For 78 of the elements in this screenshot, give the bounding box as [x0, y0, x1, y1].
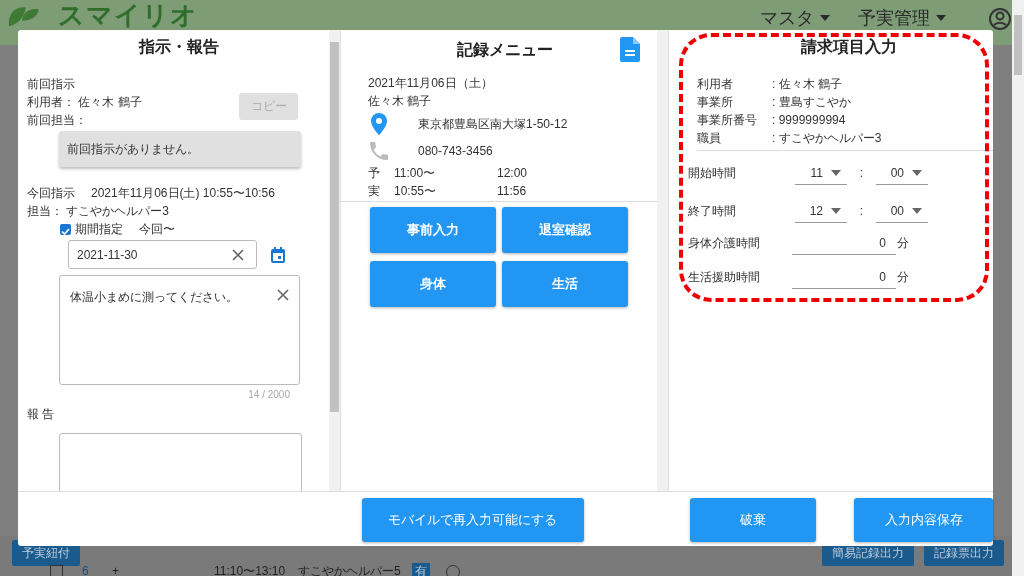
period-checkbox[interactable] — [60, 223, 71, 235]
staff-label: 担当： すこやかヘルパー3 — [27, 203, 169, 220]
end-time: 11:56 — [497, 183, 528, 200]
colon-separator: : — [859, 204, 864, 218]
row-time: 11:10〜13:10 — [214, 562, 286, 576]
info-label: 事業所番号 — [697, 112, 758, 129]
field-label: 生活援助時間 — [688, 268, 761, 286]
period-from: 今回〜 — [139, 221, 175, 238]
nav-menu[interactable]: 予実管理 — [858, 6, 946, 30]
document-icon[interactable] — [620, 37, 640, 62]
record-menu-button[interactable]: 生活 — [502, 261, 628, 307]
panel-title: 記録メニュー — [456, 40, 553, 60]
page-scrollbar[interactable] — [1012, 0, 1024, 576]
datetime-text: 2021年11月06日(土) 10:55〜10:56 — [91, 185, 275, 202]
character-counter: 14 / 2000 — [248, 389, 290, 400]
staff-label: 前回担当： — [27, 112, 87, 129]
minute-select[interactable]: 00 — [876, 199, 928, 223]
footer-button[interactable]: 入力内容保存 — [854, 497, 993, 542]
user-label: 利用者： 佐々木 鶴子 — [27, 94, 142, 111]
message-box: 前回指示がありません。 — [59, 131, 301, 167]
nav-menu[interactable]: マスタ — [760, 6, 830, 30]
info-value: : 豊島すこやか — [772, 94, 852, 111]
footer-button[interactable]: モバイルで再入力可能にする — [362, 497, 584, 542]
date-field[interactable]: 2021-11-30 — [68, 240, 257, 269]
field-label: 開始時間 — [688, 164, 737, 182]
panel-title: 指示・報告 — [139, 37, 219, 57]
account-icon[interactable] — [988, 7, 1012, 31]
footer-button[interactable]: 破棄 — [689, 497, 816, 542]
visit-date: 2021年11月06日（土） — [368, 75, 493, 92]
panel-title: 請求項目入力 — [801, 37, 897, 57]
unit-label: 分 — [897, 268, 909, 286]
checkbox-label: 期間指定 — [75, 221, 123, 238]
info-value: : 佐々木 鶴子 — [772, 76, 843, 93]
caret-icon — [912, 169, 922, 176]
colon-separator: : — [859, 166, 864, 180]
section-label: 今回指示 — [27, 185, 75, 202]
report-textarea[interactable] — [59, 433, 302, 491]
clear-icon[interactable] — [232, 248, 244, 261]
start-time: 11:00〜 — [394, 165, 437, 182]
hour-select[interactable]: 12 — [795, 199, 847, 223]
row-checkbox[interactable] — [50, 565, 63, 576]
clear-icon[interactable] — [277, 289, 289, 301]
record-menu-button[interactable]: 事前入力 — [370, 207, 496, 253]
unit-label: 分 — [897, 234, 909, 252]
info-label: 利用者 — [697, 76, 734, 93]
caret-icon — [820, 15, 830, 21]
info-value: : 9999999994 — [772, 112, 847, 129]
hour-select[interactable]: 11 — [795, 161, 847, 185]
field-label: 終了時間 — [688, 202, 737, 220]
minutes-field[interactable]: 0 — [792, 265, 896, 289]
info-label: 事業所 — [697, 94, 734, 111]
caret-icon — [912, 207, 922, 214]
field-label: 身体介護時間 — [688, 234, 761, 252]
client-name: 佐々木 鶴子 — [368, 93, 432, 110]
calendar-icon[interactable] — [271, 246, 285, 263]
caret-icon — [831, 169, 841, 176]
instruction-textarea[interactable]: 体温小まめに測ってください。 — [59, 275, 300, 385]
row-number: 6 — [82, 564, 89, 576]
time-type-label: 予 — [368, 165, 381, 182]
scrollbar[interactable] — [657, 30, 668, 491]
section-label: 前回指示 — [27, 76, 75, 93]
info-value: : すこやかヘルパー3 — [772, 130, 883, 147]
caret-icon — [831, 207, 841, 214]
info-label: 職員 — [697, 130, 722, 147]
scrollbar[interactable] — [329, 30, 340, 491]
expand-toggle[interactable]: + — [112, 564, 119, 576]
record-menu-button[interactable]: 退室確認 — [502, 207, 628, 253]
end-time: 12:00 — [497, 165, 529, 182]
address-text: 東京都豊島区南大塚1-50-12 — [418, 115, 568, 133]
minutes-field[interactable]: 0 — [792, 231, 896, 255]
phone-number: 080-743-3456 — [418, 144, 493, 158]
section-label: 報 告 — [27, 406, 55, 423]
caret-icon — [936, 15, 946, 21]
time-type-label: 実 — [368, 183, 381, 200]
record-menu-button[interactable]: 身体 — [370, 261, 496, 307]
start-time: 10:55〜 — [394, 183, 438, 200]
minute-select[interactable]: 00 — [876, 161, 928, 185]
row-staff: すこやかヘルパー5 — [298, 562, 401, 576]
